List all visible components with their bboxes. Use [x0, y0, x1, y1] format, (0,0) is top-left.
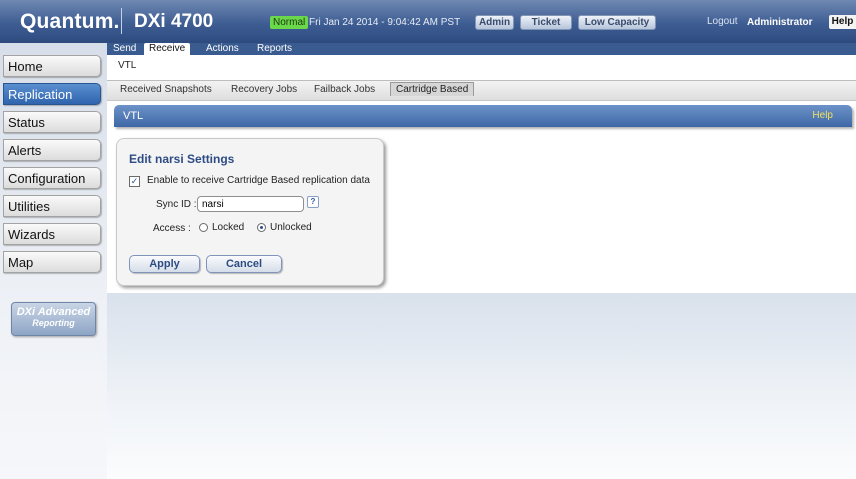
top-header: Quantum. DXi 4700 Normal Fri Jan 24 2014… — [0, 0, 856, 43]
nav-alerts[interactable]: Alerts — [3, 139, 101, 161]
admin-button[interactable]: Admin — [475, 15, 514, 30]
left-navigation: Home Replication Status Alerts Configura… — [0, 43, 107, 479]
tab-reports[interactable]: Reports — [257, 43, 292, 55]
apply-button[interactable]: Apply — [129, 255, 200, 273]
system-datetime: Fri Jan 24 2014 - 9:04:42 AM PST — [309, 17, 461, 28]
tab-receive[interactable]: Receive — [144, 43, 191, 55]
access-unlocked-label: Unlocked — [270, 222, 312, 233]
access-unlocked-radio[interactable] — [257, 223, 266, 232]
status-badge[interactable]: Normal — [270, 16, 309, 29]
nav-wizards[interactable]: Wizards — [3, 223, 101, 245]
receive-tabs: Received Snapshots Recovery Jobs Failbac… — [107, 80, 856, 101]
reporting-subtitle: Reporting — [32, 318, 75, 328]
content-gradient — [107, 293, 856, 479]
access-locked-radio[interactable] — [199, 223, 208, 232]
tab-failback-jobs[interactable]: Failback Jobs — [314, 84, 375, 95]
card-title: Edit narsi Settings — [129, 152, 235, 166]
replication-subtabs: Send Receive Actions Reports — [107, 43, 856, 55]
nav-home[interactable]: Home — [3, 55, 101, 77]
help-question-icon[interactable]: ? — [307, 196, 319, 208]
cancel-button[interactable]: Cancel — [206, 255, 282, 273]
access-locked-label: Locked — [212, 222, 245, 233]
breadcrumb: VTL — [118, 60, 137, 71]
current-user: Administrator — [747, 17, 813, 28]
product-name: DXi 4700 — [134, 11, 214, 32]
ticket-button[interactable]: Ticket — [520, 15, 572, 30]
tab-send[interactable]: Send — [113, 43, 136, 55]
reporting-title: DXi Advanced — [16, 306, 91, 318]
quantum-logo: Quantum. — [20, 10, 120, 33]
nav-utilities[interactable]: Utilities — [3, 195, 101, 217]
help-button[interactable]: Help — [829, 15, 856, 29]
nav-status[interactable]: Status — [3, 111, 101, 133]
panel-help-link[interactable]: Help — [812, 105, 833, 127]
sync-id-label: Sync ID : — [156, 199, 197, 210]
nav-replication[interactable]: Replication — [3, 83, 101, 105]
nav-configuration[interactable]: Configuration — [3, 167, 101, 189]
tab-cartridge-based[interactable]: Cartridge Based — [390, 82, 475, 96]
enable-replication-label: Enable to receive Cartridge Based replic… — [147, 175, 370, 186]
low-capacity-button[interactable]: Low Capacity — [578, 15, 656, 30]
logout-link[interactable]: Logout — [707, 16, 738, 27]
advanced-reporting-button[interactable]: DXi Advanced Reporting — [11, 302, 96, 336]
tab-actions[interactable]: Actions — [206, 43, 239, 55]
edit-settings-card: Edit narsi Settings ✓ Enable to receive … — [116, 138, 384, 286]
tab-received-snapshots[interactable]: Received Snapshots — [120, 84, 212, 95]
tab-recovery-jobs[interactable]: Recovery Jobs — [231, 84, 297, 95]
sync-id-input[interactable] — [197, 196, 304, 212]
panel-header: VTL Help — [114, 105, 852, 127]
access-label: Access : — [153, 223, 191, 234]
logo-divider — [121, 8, 122, 34]
nav-map[interactable]: Map — [3, 251, 101, 273]
panel-title: VTL — [123, 110, 144, 122]
enable-replication-checkbox[interactable]: ✓ — [129, 176, 140, 187]
